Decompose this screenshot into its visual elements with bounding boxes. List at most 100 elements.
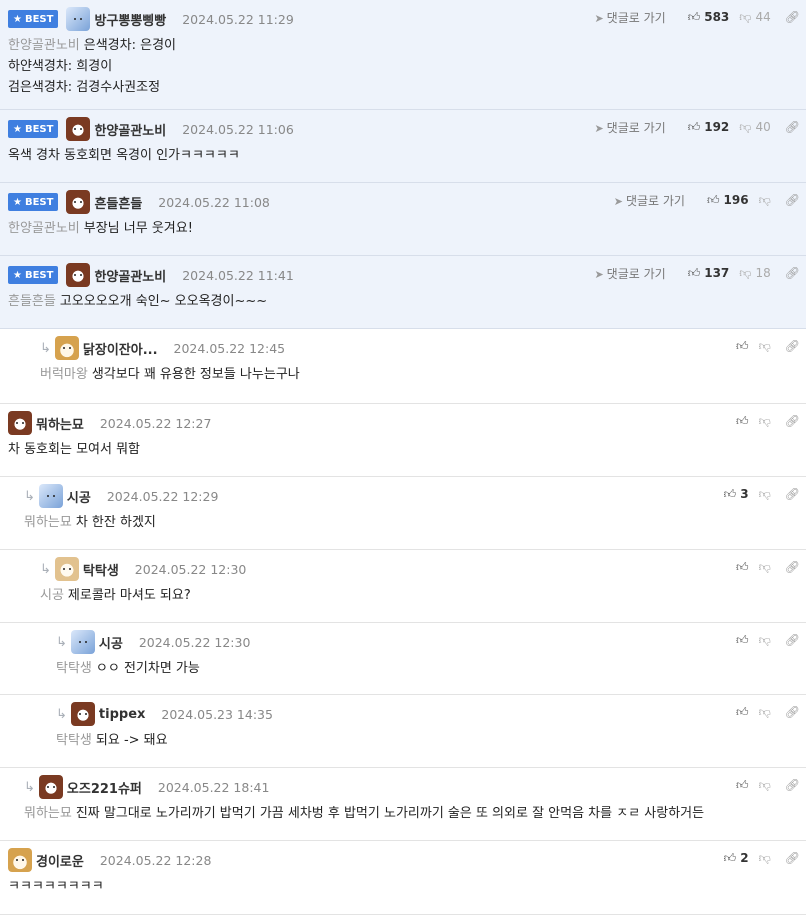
link-icon[interactable]: 🔗︎ xyxy=(785,851,800,865)
upvote-button[interactable]: 👍︎ xyxy=(736,560,749,575)
thumbs-down-icon: 👎︎ xyxy=(758,704,771,719)
thumbs-up-icon: 👍︎ xyxy=(736,632,749,647)
comment-list: ★ BEST 방구뽕뽕삥빵 2024.05.22 11:29 ➤ 댓글로 가기 👍︎ 583 👎… xyxy=(0,0,806,915)
link-icon[interactable]: 🔗︎ xyxy=(785,560,800,574)
downvote-button[interactable]: 👎︎ xyxy=(759,193,771,208)
link-icon[interactable]: 🔗︎ xyxy=(785,778,800,792)
comment-text: 차 동호회는 모여서 뭐함 xyxy=(8,442,140,457)
reply-target[interactable]: 한양골관노비 xyxy=(8,38,80,53)
goto-comment-link[interactable]: ➤ 댓글로 가기 xyxy=(614,192,685,209)
downvote-button[interactable]: 👎︎ 44 xyxy=(739,10,770,25)
avatar[interactable] xyxy=(66,190,91,214)
avatar[interactable] xyxy=(66,7,91,31)
goto-label: 댓글로 가기 xyxy=(606,266,666,281)
author-name[interactable]: 시공 xyxy=(67,487,91,506)
reply-arrow-icon: ↳ xyxy=(56,706,67,722)
reply-target[interactable]: 흔들흔들 xyxy=(8,294,56,309)
thumbs-up-icon: 👍︎ xyxy=(736,777,749,792)
author-name[interactable]: 뭐하는묘 xyxy=(36,414,84,433)
reply-target[interactable]: 뭐하는묘 xyxy=(24,515,72,530)
upvote-button[interactable]: 👍︎ xyxy=(736,414,749,429)
reply-target[interactable]: 한양골관노비 xyxy=(8,221,80,236)
link-icon[interactable]: 🔗︎ xyxy=(785,414,800,428)
avatar[interactable] xyxy=(70,630,95,654)
downvote-button[interactable]: 👎︎ xyxy=(759,560,771,575)
link-icon[interactable]: 🔗︎ xyxy=(785,633,800,647)
avatar[interactable] xyxy=(54,557,79,581)
comment-date: 2024.05.22 12:28 xyxy=(99,852,212,868)
avatar[interactable] xyxy=(66,263,91,287)
comment-line: 하얀색경차: 희경이 xyxy=(8,56,176,77)
avatar[interactable] xyxy=(54,336,79,360)
downvote-button[interactable]: 👎︎ xyxy=(759,778,771,793)
upvote-button[interactable]: 👍︎ xyxy=(736,705,749,720)
reply-target[interactable]: 버럭마왕 xyxy=(40,367,88,382)
author-name[interactable]: 시공 xyxy=(99,633,123,652)
author-name[interactable]: 흔들흔들 xyxy=(94,193,142,212)
author-name[interactable]: 방구뽕뽕삥빵 xyxy=(94,10,166,29)
upvote-button[interactable]: 👍︎ 583 xyxy=(688,10,730,25)
reply-comment: ↳ 시공 2024.05.22 12:30 👍︎ 👎︎ 🔗︎ 탁탁생 ㅇㅇ 전기차면 가능 xyxy=(0,623,806,695)
upvote-button[interactable]: 👍︎ 3 xyxy=(724,487,749,502)
avatar[interactable] xyxy=(66,117,91,141)
author-name[interactable]: tippex xyxy=(99,707,145,722)
reply-target[interactable]: 탁탁생 xyxy=(56,661,92,676)
link-icon[interactable]: 🔗︎ xyxy=(785,339,800,353)
goto-comment-link[interactable]: ➤ 댓글로 가기 xyxy=(594,9,665,26)
comment-date: 2024.05.23 14:35 xyxy=(161,706,273,722)
upvote-button[interactable]: 👍︎ xyxy=(736,778,749,793)
comment-text: 하얀색경차: 희경이 xyxy=(8,59,113,74)
reply-target[interactable]: 시공 xyxy=(40,588,64,603)
avatar[interactable] xyxy=(38,484,63,508)
reply-target[interactable]: 뭐하는묘 xyxy=(24,806,72,821)
reply-target[interactable]: 탁탁생 xyxy=(56,733,92,748)
thumbs-up-icon: 👍︎ xyxy=(723,486,737,501)
downvote-button[interactable]: 👎︎ xyxy=(759,339,771,354)
downvote-button[interactable]: 👎︎ xyxy=(759,633,771,648)
link-icon[interactable]: 🔗︎ xyxy=(785,487,800,501)
downvote-button[interactable]: 👎︎ 40 xyxy=(739,120,770,135)
author-name[interactable]: 오즈221슈퍼 xyxy=(67,778,142,797)
best-comment: ★ BEST 한양골관노비 2024.05.22 11:06 ➤ 댓글로 가기 👍︎ 192 👎… xyxy=(0,110,806,183)
upvote-button[interactable]: 👍︎ 2 xyxy=(724,851,749,866)
avatar[interactable] xyxy=(8,848,32,872)
upvote-button[interactable]: 👍︎ 192 xyxy=(688,120,730,135)
downvote-button[interactable]: 👎︎ xyxy=(759,851,771,866)
best-badge: ★ BEST xyxy=(8,120,59,138)
author-name[interactable]: 경이로운 xyxy=(36,851,84,870)
avatar[interactable] xyxy=(38,775,63,799)
comment-line: 한양골관노비 은색경차: 은경이 xyxy=(8,35,176,56)
link-icon[interactable]: 🔗︎ xyxy=(785,705,800,719)
link-icon[interactable]: 🔗︎ xyxy=(785,266,800,280)
author-name[interactable]: 닭장이잔아... xyxy=(83,339,158,358)
avatar[interactable] xyxy=(70,702,95,726)
downvote-button[interactable]: 👎︎ 18 xyxy=(739,266,770,281)
downvote-button[interactable]: 👎︎ xyxy=(759,414,771,429)
link-icon[interactable]: 🔗︎ xyxy=(785,193,800,207)
downvote-button[interactable]: 👎︎ xyxy=(759,705,771,720)
author-name[interactable]: 한양골관노비 xyxy=(94,120,166,139)
comment-actions: 👍︎ 👎︎ 🔗︎ xyxy=(726,558,800,576)
author-name[interactable]: 한양골관노비 xyxy=(94,266,166,285)
goto-comment-link[interactable]: ➤ 댓글로 가기 xyxy=(594,119,665,136)
goto-comment-link[interactable]: ➤ 댓글로 가기 xyxy=(594,265,665,282)
best-label: BEST xyxy=(24,196,54,208)
upvote-button[interactable]: 👍︎ 137 xyxy=(688,266,730,281)
star-icon: ★ xyxy=(13,123,22,135)
reply-arrow-icon: ↳ xyxy=(56,634,67,650)
upvote-button[interactable]: 👍︎ xyxy=(736,633,749,648)
avatar[interactable] xyxy=(8,411,32,435)
thumbs-down-icon: 👎︎ xyxy=(739,119,752,134)
upvote-button[interactable]: 👍︎ 196 xyxy=(707,193,749,208)
author-name[interactable]: 탁탁생 xyxy=(83,560,119,579)
comment-text: 제로콜라 마셔도 되요? xyxy=(67,588,191,603)
comment-body: 흔들흔들 고오오오오개 숙인~ 오오옥경이~~~ xyxy=(8,291,267,312)
comment-line: 차 동호회는 모여서 뭐함 xyxy=(8,439,140,460)
upvote-count: 583 xyxy=(704,10,730,24)
downvote-button[interactable]: 👎︎ xyxy=(759,487,771,502)
upvote-button[interactable]: 👍︎ xyxy=(736,339,749,354)
link-icon[interactable]: 🔗︎ xyxy=(785,120,800,134)
best-comment: ★ BEST 흔들흔들 2024.05.22 11:08 ➤ 댓글로 가기 👍︎ 196 👎︎ 🔗… xyxy=(0,183,806,256)
link-icon[interactable]: 🔗︎ xyxy=(785,10,800,24)
thumbs-up-icon: 👍︎ xyxy=(687,119,701,134)
